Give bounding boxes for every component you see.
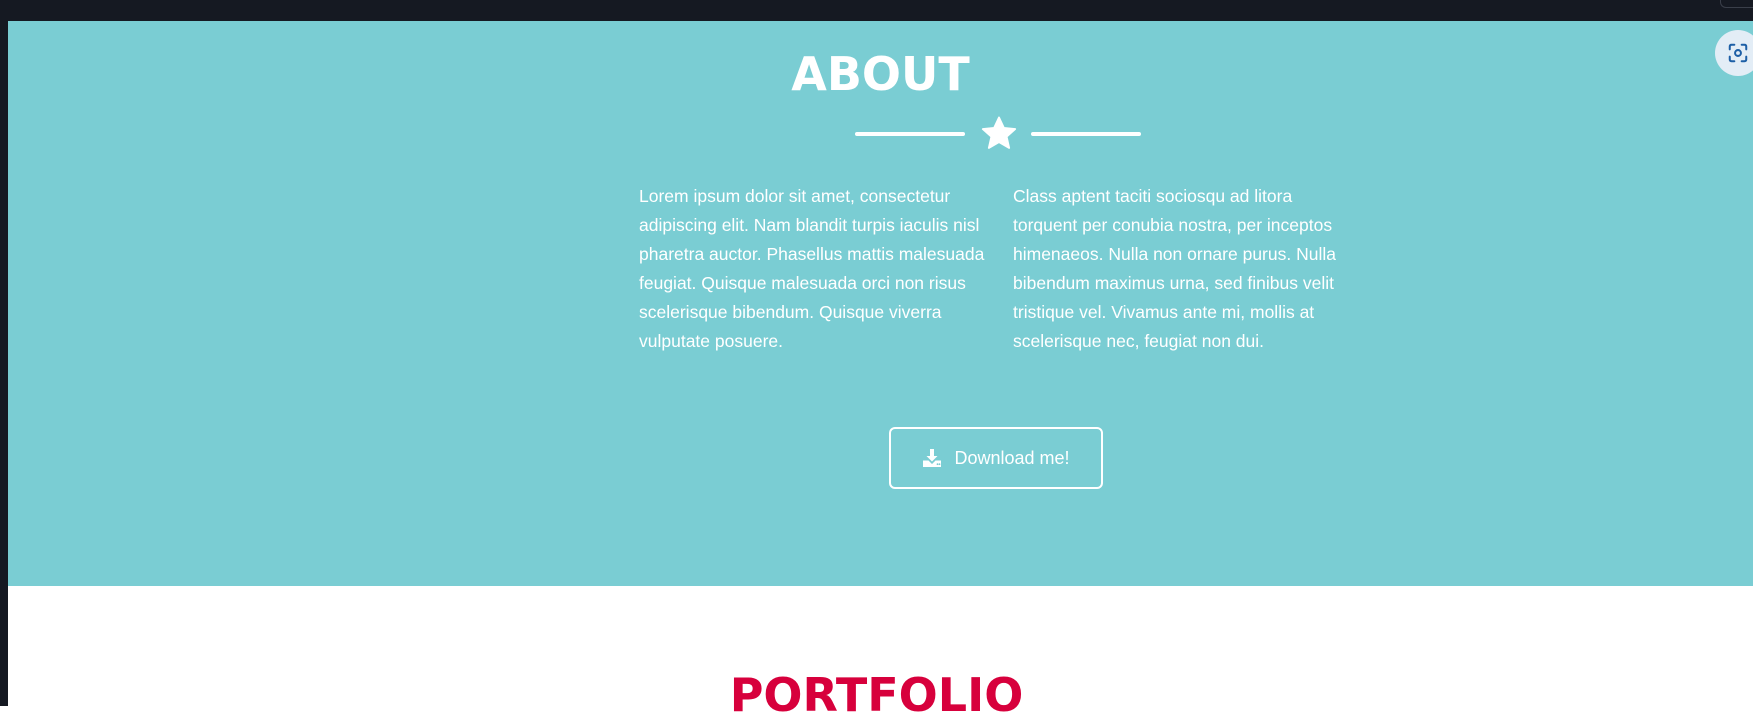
browser-top-bar	[0, 0, 1753, 21]
about-title: ABOUT	[791, 47, 970, 101]
browser-corner-tab	[1720, 0, 1753, 8]
download-button-label: Download me!	[954, 447, 1070, 468]
about-section: ABOUT Lorem ipsum dolor sit amet, consec…	[8, 21, 1753, 586]
about-paragraph-right: Class aptent taciti sociosqu ad litora t…	[1013, 186, 1336, 351]
browser-left-edge	[0, 21, 8, 706]
about-paragraph-left: Lorem ipsum dolor sit amet, consectetur …	[639, 186, 985, 351]
star-icon	[981, 116, 1017, 149]
portfolio-title: PORTFOLIO	[729, 668, 1024, 722]
screenshot-lens-button[interactable]	[1715, 30, 1753, 76]
download-button[interactable]: Download me!	[889, 427, 1103, 489]
screenshot-lens-icon	[1728, 43, 1748, 63]
download-icon	[923, 449, 942, 467]
divider-line-left	[855, 132, 965, 136]
divider-line-right	[1031, 132, 1141, 136]
